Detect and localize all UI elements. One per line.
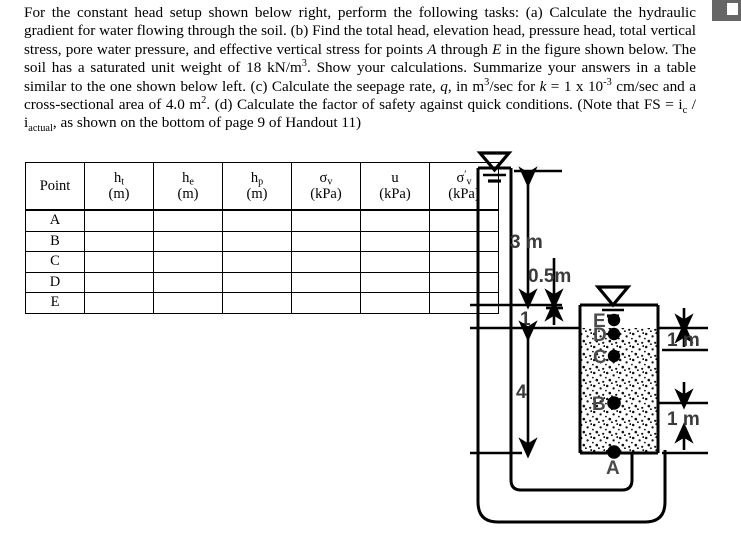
table-header-ht: ht (m) — [84, 162, 154, 211]
actual-gradient-subscript: actual — [28, 123, 53, 135]
dimension-3m-label: 3 m — [510, 232, 543, 253]
dimension-4-label: 4 — [516, 382, 527, 403]
problem-text-segment-9: . (d) Calculate the factor of safety aga… — [206, 96, 683, 114]
table-header-ht-symbol: ht — [113, 170, 125, 188]
cell-b-sigma-v[interactable] — [291, 230, 361, 252]
dimension-1-label: 1 — [520, 309, 531, 330]
point-C-label: C — [593, 347, 607, 368]
cell-d-hp[interactable] — [222, 271, 292, 293]
cell-e-u[interactable] — [360, 292, 430, 314]
cell-a-he[interactable] — [153, 209, 223, 232]
table-row: B — [25, 230, 499, 252]
cell-d-u[interactable] — [360, 271, 430, 293]
table-row: A — [25, 209, 499, 232]
cell-e-sigma-v[interactable] — [291, 292, 361, 314]
dimension-05m-label: 0.5m — [528, 266, 571, 287]
constant-head-permeameter-diagram: 3 m 0.5m 1 4 1 m 1 m E D C B A — [462, 150, 741, 555]
table-header-ht-unit: (m) — [108, 186, 130, 202]
row-point-d: D — [25, 271, 85, 293]
dimension-1m-upper-label: 1 m — [667, 330, 700, 351]
cell-a-u[interactable] — [360, 209, 430, 232]
problem-text-segment-2: through — [436, 40, 493, 58]
cell-e-he[interactable] — [153, 292, 223, 314]
cell-c-u[interactable] — [360, 251, 430, 273]
table-header-sigma-v-symbol: σv — [292, 170, 360, 187]
problem-text-segment-5: , in m — [447, 77, 485, 95]
cell-a-hp[interactable] — [222, 209, 292, 232]
point-ref-a: A — [427, 40, 437, 58]
table-header-hp-symbol: hp — [250, 170, 264, 188]
answer-summary-table: Point ht (m) he (m) hp (m) σv (kPa) u (k… — [25, 162, 499, 314]
table-row: E — [25, 292, 499, 314]
cell-e-ht[interactable] — [84, 292, 154, 314]
table-header-he: he (m) — [153, 162, 223, 211]
table-header-he-unit: (m) — [177, 186, 199, 202]
table-header-row: Point ht (m) he (m) hp (m) σv (kPa) u (k… — [25, 162, 499, 211]
row-point-a: A — [25, 209, 85, 232]
table-row: C — [25, 251, 499, 273]
table-header-u: u (kPa) — [360, 162, 430, 211]
problem-statement: For the constant head setup shown below … — [24, 4, 696, 135]
cell-c-ht[interactable] — [84, 251, 154, 273]
dimension-4: 4 — [516, 320, 538, 459]
cell-b-u[interactable] — [360, 230, 430, 252]
table-header-sigma-v: σv (kPa) — [291, 162, 361, 211]
problem-text-segment-7: = 1 x 10 — [546, 77, 604, 95]
dimension-1m-upper: 1 m — [667, 308, 700, 351]
cell-c-sigma-v[interactable] — [291, 251, 361, 273]
cell-a-sigma-v[interactable] — [291, 209, 361, 232]
permeability-exponent: -3 — [603, 76, 612, 88]
problem-text-segment-11: , as shown on the bottom of page 9 of Ha… — [52, 114, 362, 132]
cell-d-sigma-v[interactable] — [291, 271, 361, 293]
corner-decoration-block — [712, 0, 741, 21]
cell-b-ht[interactable] — [84, 230, 154, 252]
table-header-u-symbol: u — [391, 170, 399, 186]
row-point-c: C — [25, 251, 85, 273]
problem-text-segment-6: /sec for — [489, 77, 540, 95]
table-header-hp: hp (m) — [222, 162, 292, 211]
point-E-marker — [607, 313, 621, 327]
table-row: D — [25, 271, 499, 293]
dimension-05m: 0.5m — [528, 258, 571, 310]
point-B-label: B — [592, 394, 606, 415]
cell-a-ht[interactable] — [84, 209, 154, 232]
table-header-sigma-v-unit: (kPa) — [310, 186, 342, 202]
cell-e-hp[interactable] — [222, 292, 292, 314]
table-header-point-label: Point — [39, 178, 71, 194]
cell-b-hp[interactable] — [222, 230, 292, 252]
table-body: A B C D E — [25, 209, 499, 314]
row-point-b: B — [25, 230, 85, 252]
point-D-label: D — [593, 325, 607, 346]
cell-d-he[interactable] — [153, 271, 223, 293]
dimension-1m-lower-label: 1 m — [667, 409, 700, 430]
cell-b-he[interactable] — [153, 230, 223, 252]
standpipe-reservoir — [476, 166, 513, 450]
cell-c-hp[interactable] — [222, 251, 292, 273]
point-ref-e: E — [492, 40, 502, 58]
u-tube-connector — [476, 450, 667, 524]
point-B-marker — [607, 396, 621, 410]
dimension-1: 1 — [520, 300, 564, 330]
point-D-marker — [607, 327, 621, 341]
cell-c-he[interactable] — [153, 251, 223, 273]
table-header-hp-unit: (m) — [246, 186, 268, 202]
dimension-1m-lower: 1 m — [667, 382, 700, 450]
row-point-e: E — [25, 292, 85, 314]
table-header-he-symbol: he — [182, 170, 194, 188]
seepage-symbol-q: q — [440, 77, 448, 95]
soil-tank — [578, 303, 660, 455]
table-header-u-unit: (kPa) — [379, 186, 411, 202]
point-A-label: A — [606, 458, 620, 479]
table-header-point: Point — [25, 162, 85, 211]
point-A-marker — [607, 445, 621, 459]
cell-d-ht[interactable] — [84, 271, 154, 293]
corner-block-notch — [727, 3, 738, 15]
point-C-marker — [607, 349, 621, 363]
